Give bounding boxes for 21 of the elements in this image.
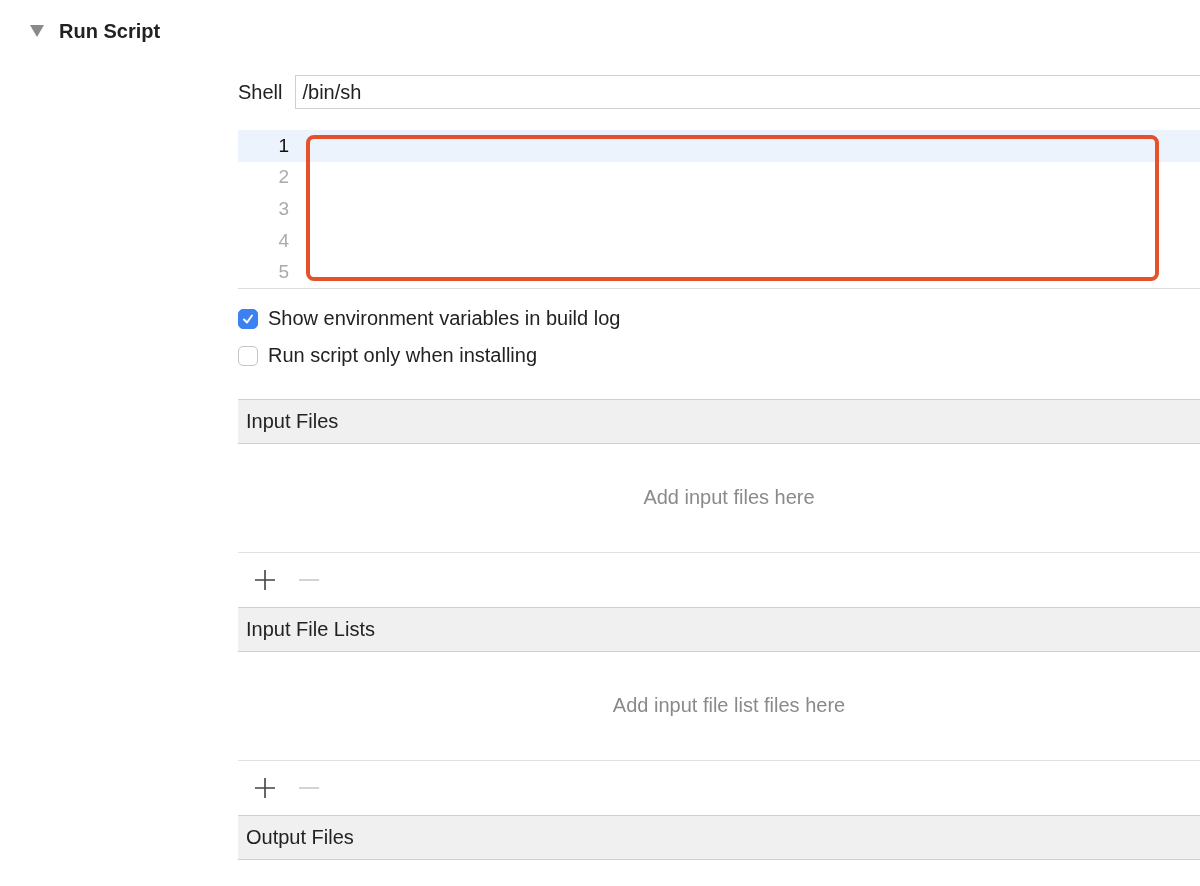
checkbox[interactable] [238,345,258,366]
line-number: 3 [277,198,289,220]
line-number: 4 [277,229,289,252]
checkbox[interactable] [238,308,258,329]
line-number: 5 [277,261,289,284]
shell-field[interactable]: /bin/sh [295,75,1200,109]
disclosure-triangle-icon[interactable] [29,24,45,38]
script-editor[interactable]: 1 2 3 4 5 [238,130,1200,289]
section-header: Input Files [238,398,1200,444]
empty-list-placeholder: Add input file list files here [612,694,846,718]
checkbox-label: Run script only when installing [268,344,538,368]
section-header: Input File Lists [238,606,1200,652]
section-header: Output Files [238,814,1200,860]
add-icon[interactable] [254,568,276,591]
line-number: 1 [277,134,289,157]
checkbox-label: Show environment variables in build log [268,307,621,331]
phase-title: Run Script [59,19,161,43]
shell-label: Shell [238,80,283,104]
add-icon[interactable] [254,776,276,799]
empty-list-placeholder: Add input files here [643,486,815,510]
line-number: 2 [277,166,289,189]
